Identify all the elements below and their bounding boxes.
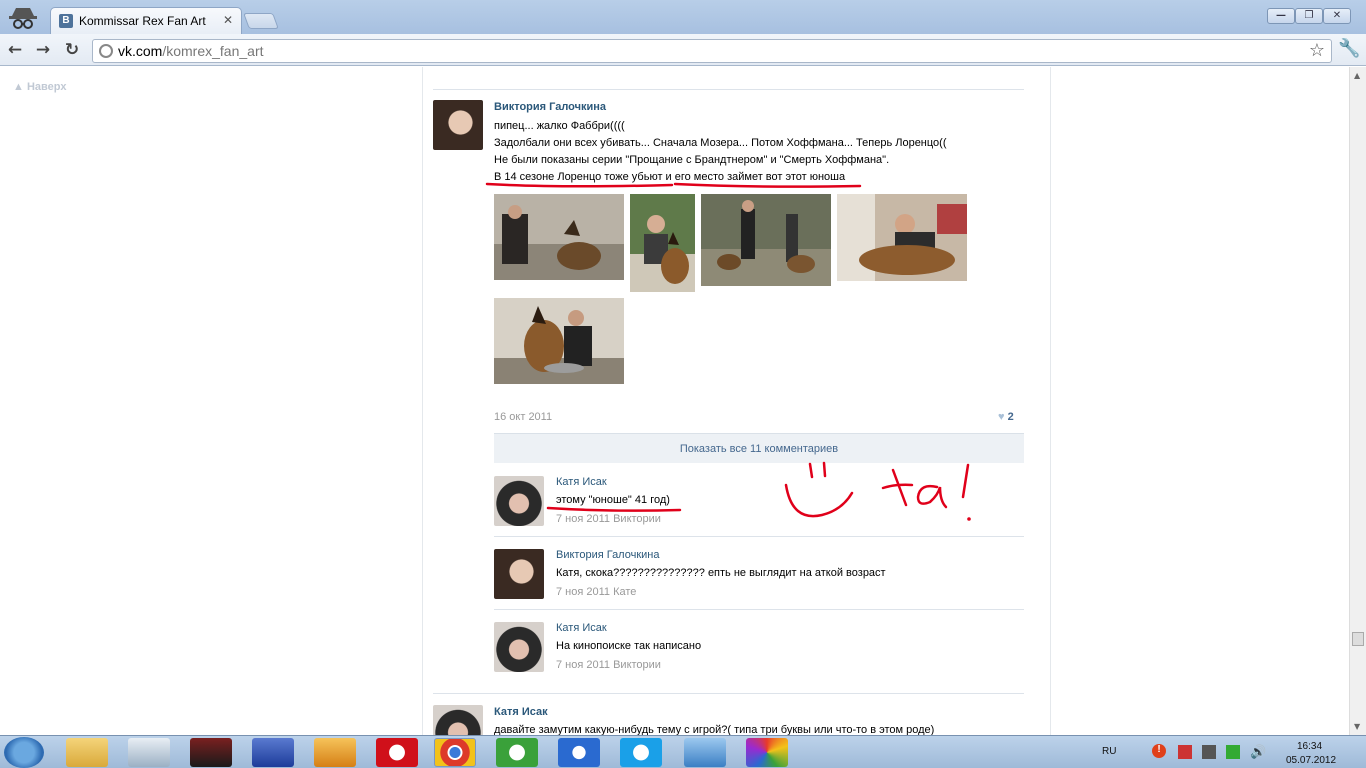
back-to-top-link[interactable]: ▲ Наверх (13, 81, 66, 93)
scrollbar-thumb[interactable] (1352, 632, 1364, 646)
folder-icon[interactable] (66, 738, 108, 767)
maximize-button[interactable]: ❐ (1295, 8, 1323, 24)
page-scrollbar[interactable]: ▲ ▼ (1349, 67, 1366, 735)
post-text-line: Не были показаны серии "Прощание с Бранд… (494, 154, 890, 166)
heart-icon: ♥ (998, 411, 1005, 423)
bookmark-star-icon[interactable]: ☆ (1309, 40, 1325, 61)
comment-text: Катя, скока??????????????? епть не выгля… (556, 567, 886, 579)
utorrent-icon[interactable] (496, 738, 538, 767)
avatar[interactable] (494, 622, 544, 672)
post-date[interactable]: 16 окт 2011 (494, 411, 552, 423)
close-tab-icon[interactable]: ✕ (223, 13, 233, 27)
picture-viewer-icon[interactable] (684, 738, 726, 767)
post-author[interactable]: Виктория Галочкина (494, 101, 606, 113)
comment-separator (494, 609, 1024, 610)
spy-app-icon[interactable] (190, 738, 232, 767)
post-text-line: Задолбали они всех убивать... Сначала Мо… (494, 137, 947, 149)
post-photo[interactable] (494, 194, 624, 280)
new-tab-button[interactable] (243, 13, 279, 29)
comment-author[interactable]: Катя Исак (556, 622, 607, 634)
forward-arrow-icon[interactable]: → (32, 40, 54, 60)
browser-tab[interactable]: В Kommissar Rex Fan Art ✕ (50, 7, 242, 34)
minimize-button[interactable]: — (1267, 8, 1295, 24)
comment-author[interactable]: Катя Исак (556, 476, 607, 488)
lightning-app-icon[interactable] (558, 738, 600, 767)
scroll-down-icon[interactable]: ▼ (1354, 722, 1360, 731)
avatar[interactable] (494, 549, 544, 599)
comment-separator (494, 536, 1024, 537)
page-viewport: ▲ Наверх Виктория Галочкина пипец... жал… (0, 67, 1349, 735)
browser-toolbar: ← → ↻ vk.com/komrex_fan_art ☆ (0, 34, 1366, 66)
post-separator (433, 89, 1024, 90)
comment-text: этому "юноше" 41 год) (556, 494, 670, 506)
volume-icon[interactable]: 🔊 (1250, 744, 1266, 760)
avatar[interactable] (494, 476, 544, 526)
post-author[interactable]: Катя Исак (494, 706, 548, 718)
picasa-icon[interactable] (746, 738, 788, 767)
post-photo[interactable] (701, 194, 831, 286)
tray-app-icon[interactable] (1202, 745, 1216, 759)
back-arrow-icon[interactable]: ← (4, 40, 26, 60)
like-button[interactable]: ♥ 2 (998, 411, 1014, 423)
tab-title: Kommissar Rex Fan Art (79, 14, 206, 28)
column-divider-right (1050, 67, 1051, 735)
comment-meta[interactable]: 7 ноя 2011 Виктории (556, 513, 661, 525)
red-annotations (485, 182, 971, 521)
scroll-up-icon[interactable]: ▲ (1354, 71, 1360, 80)
vk-favicon-icon: В (59, 14, 73, 28)
comment-meta[interactable]: 7 ноя 2011 Кате (556, 586, 636, 598)
network-icon[interactable] (1226, 745, 1240, 759)
comment-author[interactable]: Виктория Галочкина (556, 549, 659, 561)
chrome-icon[interactable] (434, 738, 476, 767)
clock-date[interactable]: 05.07.2012 (1286, 755, 1336, 766)
post-photo[interactable] (630, 194, 695, 292)
incognito-icon (9, 8, 37, 29)
avatar[interactable] (433, 100, 483, 150)
clock-time[interactable]: 16:34 (1297, 741, 1322, 752)
opera-icon[interactable] (376, 738, 418, 767)
post-photo[interactable] (837, 194, 967, 281)
post-text-line: давайте замутим какую-нибудь тему с игро… (494, 724, 935, 735)
alert-icon[interactable]: ! (1152, 744, 1166, 758)
tray-app-icon[interactable] (1178, 745, 1192, 759)
reload-icon[interactable]: ↻ (61, 40, 83, 60)
post-photo[interactable] (494, 298, 624, 384)
document-icon[interactable] (128, 738, 170, 767)
comment-text: На кинопоиске так написано (556, 640, 702, 652)
globe-icon (99, 44, 113, 58)
language-indicator[interactable]: RU (1102, 746, 1116, 757)
wrench-icon[interactable]: 🔧 (1338, 38, 1360, 59)
close-window-button[interactable]: ✕ (1323, 8, 1351, 24)
post-separator (433, 693, 1024, 694)
url-text: vk.com/komrex_fan_art (118, 43, 264, 59)
floppy-save-icon[interactable] (252, 738, 294, 767)
media-player-icon[interactable] (314, 738, 356, 767)
comment-meta[interactable]: 7 ноя 2011 Виктории (556, 659, 661, 671)
post-text-line: пипец... жалко Фаббри(((( (494, 120, 625, 132)
taskbar: RU ! 🔊 16:34 05.07.2012 (0, 735, 1366, 768)
address-bar[interactable]: vk.com/komrex_fan_art ☆ (92, 39, 1332, 63)
avatar[interactable] (433, 705, 483, 735)
post-text-line: В 14 сезоне Лоренцо тоже убьют и его мес… (494, 171, 846, 183)
start-button[interactable] (4, 737, 44, 768)
show-all-comments-button[interactable]: Показать все 11 комментариев (494, 433, 1024, 463)
browser-titlebar: В Kommissar Rex Fan Art ✕ — ❐ ✕ (0, 0, 1366, 34)
skype-icon[interactable] (620, 738, 662, 767)
column-divider-left (422, 67, 423, 735)
